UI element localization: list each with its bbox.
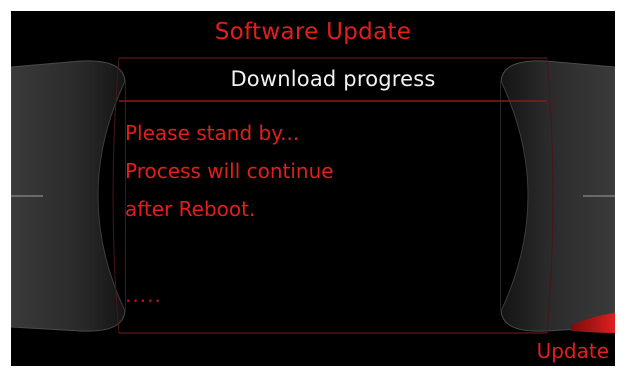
screen-title: Software Update (214, 19, 412, 45)
message-line: after Reboot. (125, 197, 256, 221)
update-softkey-button[interactable]: Update (533, 336, 613, 366)
mmi-screen: Software Update Download progress Please… (11, 11, 615, 366)
progress-dots: ..... (125, 283, 162, 307)
panel-header: Download progress (230, 67, 436, 91)
message-line: Process will continue (125, 159, 334, 183)
message-line: Please stand by... (125, 121, 300, 145)
status-message: Please stand by... Process will continue… (125, 114, 485, 228)
